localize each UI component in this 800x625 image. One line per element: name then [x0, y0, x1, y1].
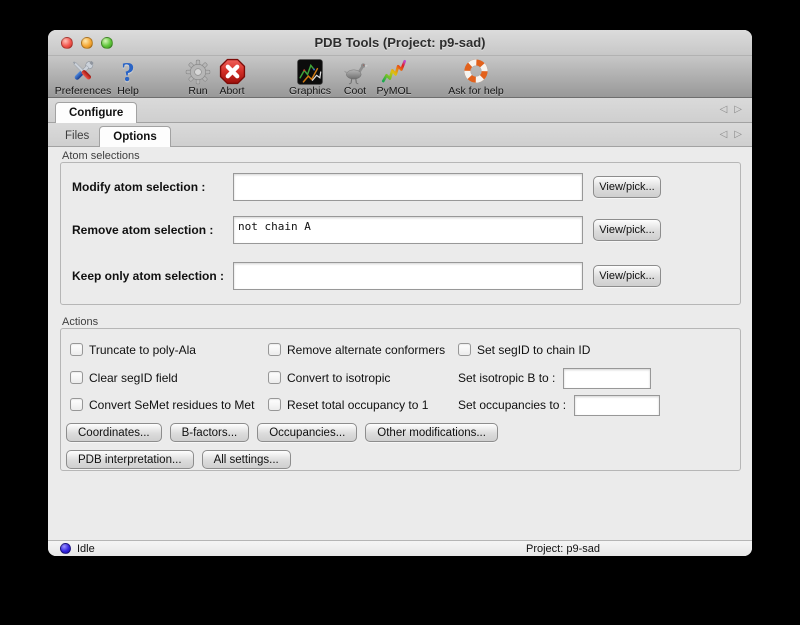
- molecule-graphics-icon: [296, 57, 324, 86]
- actions-button-row-2: PDB interpretation... All settings...: [66, 450, 291, 469]
- scroll-left-icon[interactable]: ◁: [720, 105, 728, 115]
- set-isotropic-b-label: Set isotropic B to :: [458, 371, 555, 385]
- primary-tab-scroll-arrows: ◁ ▷: [720, 98, 742, 122]
- scroll-left-icon[interactable]: ◁: [720, 130, 728, 140]
- primary-tab-bar: Configure ◁ ▷: [48, 98, 752, 123]
- checkbox-icon[interactable]: [70, 343, 83, 356]
- toolbar-label-abort: Abort: [219, 86, 244, 97]
- toolbar-button-pymol[interactable]: PyMOL: [372, 57, 416, 97]
- scroll-right-icon[interactable]: ▷: [734, 105, 742, 115]
- toolbar-label-graphics: Graphics: [289, 86, 331, 97]
- toolbar-button-run[interactable]: Run: [182, 57, 214, 97]
- toolbar-label-pymol: PyMOL: [376, 86, 411, 97]
- all-settings-button[interactable]: All settings...: [202, 450, 291, 469]
- checkbox-convert-semet-to-met[interactable]: Convert SeMet residues to Met: [70, 397, 254, 412]
- minimize-window-button[interactable]: [81, 37, 93, 49]
- toolbar-button-coot[interactable]: Coot: [337, 57, 373, 97]
- checkbox-clear-segid-field[interactable]: Clear segID field: [70, 370, 178, 385]
- keep-only-atom-selection-label: Keep only atom selection :: [72, 269, 224, 283]
- toolbar-button-ask-for-help[interactable]: Ask for help: [443, 57, 509, 97]
- modify-atom-selection-field[interactable]: [233, 173, 583, 201]
- lifebuoy-icon: [461, 57, 491, 86]
- checkbox-label: Truncate to poly-Ala: [89, 343, 196, 357]
- checkbox-label: Clear segID field: [89, 371, 178, 385]
- toolbar-label-help: Help: [117, 86, 139, 97]
- title-bar: PDB Tools (Project: p9-sad): [48, 30, 752, 56]
- coordinates-button[interactable]: Coordinates...: [66, 423, 162, 442]
- other-modifications-button[interactable]: Other modifications...: [365, 423, 498, 442]
- checkbox-icon[interactable]: [70, 398, 83, 411]
- window-title: PDB Tools (Project: p9-sad): [315, 35, 486, 50]
- tab-files[interactable]: Files: [55, 125, 99, 146]
- set-isotropic-b-row: Set isotropic B to :: [458, 366, 651, 390]
- project-label: Project: p9-sad: [488, 543, 638, 555]
- set-occupancies-row: Set occupancies to :: [458, 393, 660, 417]
- toolbar-label-preferences: Preferences: [55, 86, 112, 97]
- status-indicator-icon: [60, 543, 71, 554]
- occupancies-button[interactable]: Occupancies...: [257, 423, 357, 442]
- secondary-tab-scroll-arrows: ◁ ▷: [720, 123, 742, 146]
- checkbox-label: Convert to isotropic: [287, 371, 390, 385]
- b-factors-button[interactable]: B-factors...: [170, 423, 250, 442]
- actions-group-label: Actions: [62, 316, 98, 328]
- pdb-interpretation-button[interactable]: PDB interpretation...: [66, 450, 194, 469]
- modify-view-pick-button[interactable]: View/pick...: [593, 176, 661, 198]
- checkbox-icon[interactable]: [70, 371, 83, 384]
- keep-only-atom-selection-field[interactable]: [233, 262, 583, 290]
- checkbox-label: Convert SeMet residues to Met: [89, 398, 254, 412]
- tab-configure[interactable]: Configure: [55, 102, 137, 123]
- question-mark-icon: ?: [121, 57, 135, 86]
- modify-atom-selection-label: Modify atom selection :: [72, 180, 205, 194]
- remove-atom-selection-field[interactable]: not chain A: [233, 216, 583, 244]
- toolbar-button-graphics[interactable]: Graphics: [283, 57, 337, 97]
- toolbar-label-run: Run: [188, 86, 207, 97]
- keep-only-view-pick-button[interactable]: View/pick...: [593, 265, 661, 287]
- set-isotropic-b-input[interactable]: [563, 368, 651, 389]
- window-controls: [61, 37, 113, 49]
- pymol-ribbon-icon: [380, 57, 408, 86]
- stop-x-icon: [218, 57, 247, 86]
- options-panel: Atom selections Modify atom selection : …: [48, 147, 752, 540]
- checkbox-remove-alternate-conformers[interactable]: Remove alternate conformers: [268, 342, 445, 357]
- status-text: Idle: [77, 543, 95, 555]
- checkbox-label: Remove alternate conformers: [287, 343, 445, 357]
- toolbar: Preferences ? Help: [48, 56, 752, 98]
- checkbox-icon[interactable]: [268, 398, 281, 411]
- checkbox-label: Reset total occupancy to 1: [287, 398, 428, 412]
- toolbar-button-help[interactable]: ? Help: [110, 57, 146, 97]
- remove-atom-selection-label: Remove atom selection :: [72, 223, 213, 237]
- checkbox-set-segid-to-chain-id[interactable]: Set segID to chain ID: [458, 342, 590, 357]
- coot-bird-icon: [340, 57, 370, 86]
- zoom-window-button[interactable]: [101, 37, 113, 49]
- checkbox-truncate-poly-ala[interactable]: Truncate to poly-Ala: [70, 342, 196, 357]
- set-occupancies-label: Set occupancies to :: [458, 398, 566, 412]
- checkbox-label: Set segID to chain ID: [477, 343, 590, 357]
- app-window: PDB Tools (Project: p9-sad): [48, 30, 752, 556]
- toolbar-button-preferences[interactable]: Preferences: [57, 57, 109, 97]
- remove-view-pick-button[interactable]: View/pick...: [593, 219, 661, 241]
- gear-icon: [184, 57, 212, 86]
- checkbox-reset-total-occupancy[interactable]: Reset total occupancy to 1: [268, 397, 428, 412]
- scroll-right-icon[interactable]: ▷: [734, 130, 742, 140]
- toolbar-label-ask-for-help: Ask for help: [448, 86, 503, 97]
- atom-selections-group-label: Atom selections: [62, 150, 140, 162]
- close-window-button[interactable]: [61, 37, 73, 49]
- secondary-tab-bar: Files Options ◁ ▷: [48, 123, 752, 147]
- tools-icon: [68, 57, 98, 86]
- checkbox-icon[interactable]: [268, 371, 281, 384]
- status-bar: Idle Project: p9-sad: [48, 540, 752, 556]
- actions-button-row-1: Coordinates... B-factors... Occupancies.…: [66, 423, 498, 442]
- checkbox-icon[interactable]: [458, 343, 471, 356]
- checkbox-convert-to-isotropic[interactable]: Convert to isotropic: [268, 370, 390, 385]
- toolbar-button-abort[interactable]: Abort: [212, 57, 252, 97]
- set-occupancies-input[interactable]: [574, 395, 660, 416]
- checkbox-icon[interactable]: [268, 343, 281, 356]
- tab-options[interactable]: Options: [99, 126, 170, 147]
- toolbar-label-coot: Coot: [344, 86, 366, 97]
